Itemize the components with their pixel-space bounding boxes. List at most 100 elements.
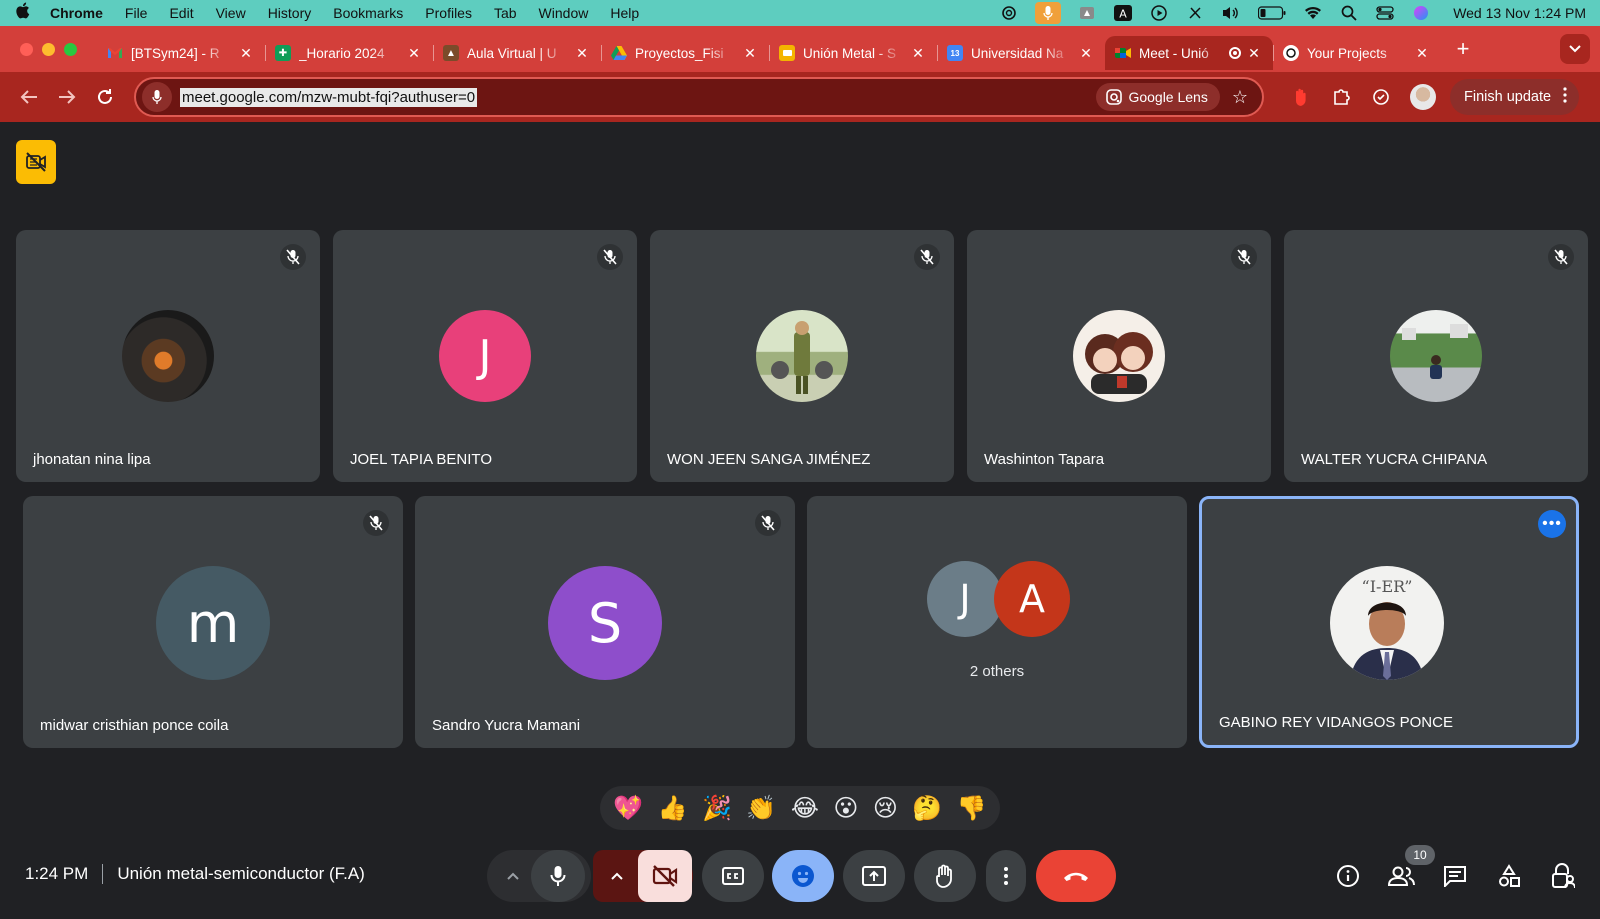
close-tab-icon[interactable]: ✕: [1077, 45, 1095, 62]
forward-button[interactable]: [50, 80, 84, 114]
sync-icon[interactable]: [1370, 86, 1392, 108]
apple-menu-icon[interactable]: [14, 2, 30, 24]
close-tab-icon[interactable]: ✕: [573, 45, 591, 62]
profile-avatar[interactable]: [1410, 84, 1436, 110]
chatgpt-status-icon[interactable]: [999, 5, 1019, 21]
back-button[interactable]: [12, 80, 46, 114]
participant-tile[interactable]: J JOEL TAPIA BENITO: [333, 230, 637, 482]
present-screen-button[interactable]: [843, 850, 905, 902]
volume-icon[interactable]: [1221, 5, 1241, 21]
finish-update-button[interactable]: Finish update: [1450, 79, 1580, 115]
close-tab-icon[interactable]: ✕: [1245, 45, 1263, 62]
tab-title: Aula Virtual | U: [467, 45, 557, 61]
google-lens-button[interactable]: Google Lens: [1096, 83, 1220, 111]
tab-gmail[interactable]: [BTSym24] - R ✕: [97, 36, 265, 70]
participant-avatar-letter: A: [994, 561, 1070, 637]
camera-off-indicator[interactable]: [16, 140, 56, 184]
meeting-details-button[interactable]: [1332, 860, 1364, 892]
close-window-button[interactable]: [20, 42, 33, 56]
tab-proyectos[interactable]: Proyectos_Fisi ✕: [601, 36, 769, 70]
close-tab-icon[interactable]: ✕: [405, 45, 423, 62]
participant-tile[interactable]: S Sandro Yucra Mamani: [415, 496, 795, 748]
tab-search-button[interactable]: [1560, 34, 1590, 64]
menu-app-chrome[interactable]: Chrome: [50, 5, 103, 21]
url-text[interactable]: meet.google.com/mzw-mubt-fqi?authuser=0: [180, 87, 478, 107]
site-microphone-icon[interactable]: [142, 82, 172, 112]
address-bar[interactable]: meet.google.com/mzw-mubt-fqi?authuser=0 …: [134, 77, 1264, 117]
reaction-thumbs-up[interactable]: 👍: [658, 794, 688, 823]
spotlight-search-icon[interactable]: [1339, 5, 1359, 21]
raise-hand-button[interactable]: [914, 850, 976, 902]
self-participant-tile[interactable]: ••• “I-ER” GABINO REY VIDANGOS PONCE: [1199, 496, 1579, 748]
bookmark-star-icon[interactable]: ☆: [1232, 87, 1248, 108]
reaction-laughing[interactable]: 😂: [791, 794, 819, 823]
reaction-clapping[interactable]: 👏: [746, 794, 776, 823]
reactions-bar: 💖 👍 🎉 👏 😂 😮 😢 🤔 👎: [600, 786, 1000, 830]
microphone-button[interactable]: [531, 850, 585, 902]
tab-universidad[interactable]: 13 Universidad Na ✕: [937, 36, 1105, 70]
minimize-window-button[interactable]: [42, 42, 55, 56]
others-tile[interactable]: J A 2 others: [807, 496, 1187, 748]
new-tab-button[interactable]: +: [1451, 36, 1475, 62]
tab-aula-virtual[interactable]: ▲ Aula Virtual | U ✕: [433, 36, 601, 70]
host-controls-button[interactable]: [1547, 860, 1579, 892]
activities-button[interactable]: [1493, 860, 1525, 892]
more-options-button[interactable]: [986, 850, 1026, 902]
tools-status-icon[interactable]: [1185, 5, 1205, 21]
chat-button[interactable]: [1439, 860, 1471, 892]
more-options-button[interactable]: •••: [1538, 510, 1566, 538]
tab-union-metal[interactable]: Unión Metal - S ✕: [769, 36, 937, 70]
zoom-window-button[interactable]: [64, 42, 77, 56]
play-status-icon[interactable]: [1149, 5, 1169, 21]
menu-edit[interactable]: Edit: [169, 5, 193, 21]
menu-bookmarks[interactable]: Bookmarks: [333, 5, 403, 21]
lens-icon: [1106, 89, 1123, 105]
menu-window[interactable]: Window: [539, 5, 589, 21]
menu-help[interactable]: Help: [610, 5, 639, 21]
microphone-status-icon[interactable]: [1035, 2, 1062, 24]
control-center-icon[interactable]: [1375, 5, 1395, 21]
extensions-puzzle-icon[interactable]: [1330, 86, 1352, 108]
participant-tile[interactable]: WON JEEN SANGA JIMÉNEZ: [650, 230, 954, 482]
menu-profiles[interactable]: Profiles: [425, 5, 472, 21]
divider: [102, 864, 104, 884]
tab-your-projects[interactable]: Your Projects ✕: [1273, 36, 1441, 70]
siri-icon[interactable]: [1411, 5, 1431, 21]
battery-icon[interactable]: [1257, 5, 1287, 21]
menubar-clock[interactable]: Wed 13 Nov 1:24 PM: [1453, 5, 1586, 21]
close-tab-icon[interactable]: ✕: [741, 45, 759, 62]
reaction-thinking[interactable]: 🤔: [912, 794, 942, 823]
captions-button[interactable]: [702, 850, 764, 902]
menu-history[interactable]: History: [268, 5, 312, 21]
more-options-icon[interactable]: [1563, 87, 1567, 107]
menu-file[interactable]: File: [125, 5, 148, 21]
menu-view[interactable]: View: [216, 5, 246, 21]
reactions-button[interactable]: [772, 850, 834, 902]
reaction-sparkling-heart[interactable]: 💖: [613, 794, 643, 823]
participant-tile[interactable]: jhonatan nina lipa: [16, 230, 320, 482]
leave-call-button[interactable]: [1036, 850, 1116, 902]
wifi-icon[interactable]: [1303, 5, 1323, 21]
participant-tile[interactable]: WALTER YUCRA CHIPANA: [1284, 230, 1588, 482]
close-tab-icon[interactable]: ✕: [909, 45, 927, 62]
tab-meet[interactable]: Meet - Unió ✕: [1105, 36, 1273, 70]
reaction-thumbs-down[interactable]: 👎: [957, 794, 987, 823]
reaction-surprised[interactable]: 😮: [833, 794, 858, 823]
participant-avatar-letter: m: [156, 566, 270, 680]
reaction-party-popper[interactable]: 🎉: [702, 794, 732, 823]
close-tab-icon[interactable]: ✕: [1413, 45, 1431, 62]
reaction-sad[interactable]: 😢: [873, 794, 898, 823]
participant-tile[interactable]: m midwar cristhian ponce coila: [23, 496, 403, 748]
reload-button[interactable]: [88, 80, 122, 114]
drive-status-icon[interactable]: [1077, 5, 1097, 21]
menu-tab[interactable]: Tab: [494, 5, 517, 21]
participant-tile[interactable]: Washinton Tapara: [967, 230, 1271, 482]
tab-title: Universidad Na: [971, 45, 1064, 61]
tab-horario[interactable]: ✚ _Horario 2024 ✕: [265, 36, 433, 70]
aula-virtual-icon: ▲: [443, 45, 459, 61]
extension-hand-icon[interactable]: [1290, 86, 1312, 108]
people-button[interactable]: [1386, 860, 1418, 892]
camera-toggle-button[interactable]: [638, 850, 692, 902]
input-source-icon[interactable]: A: [1113, 5, 1133, 21]
close-tab-icon[interactable]: ✕: [237, 45, 255, 62]
